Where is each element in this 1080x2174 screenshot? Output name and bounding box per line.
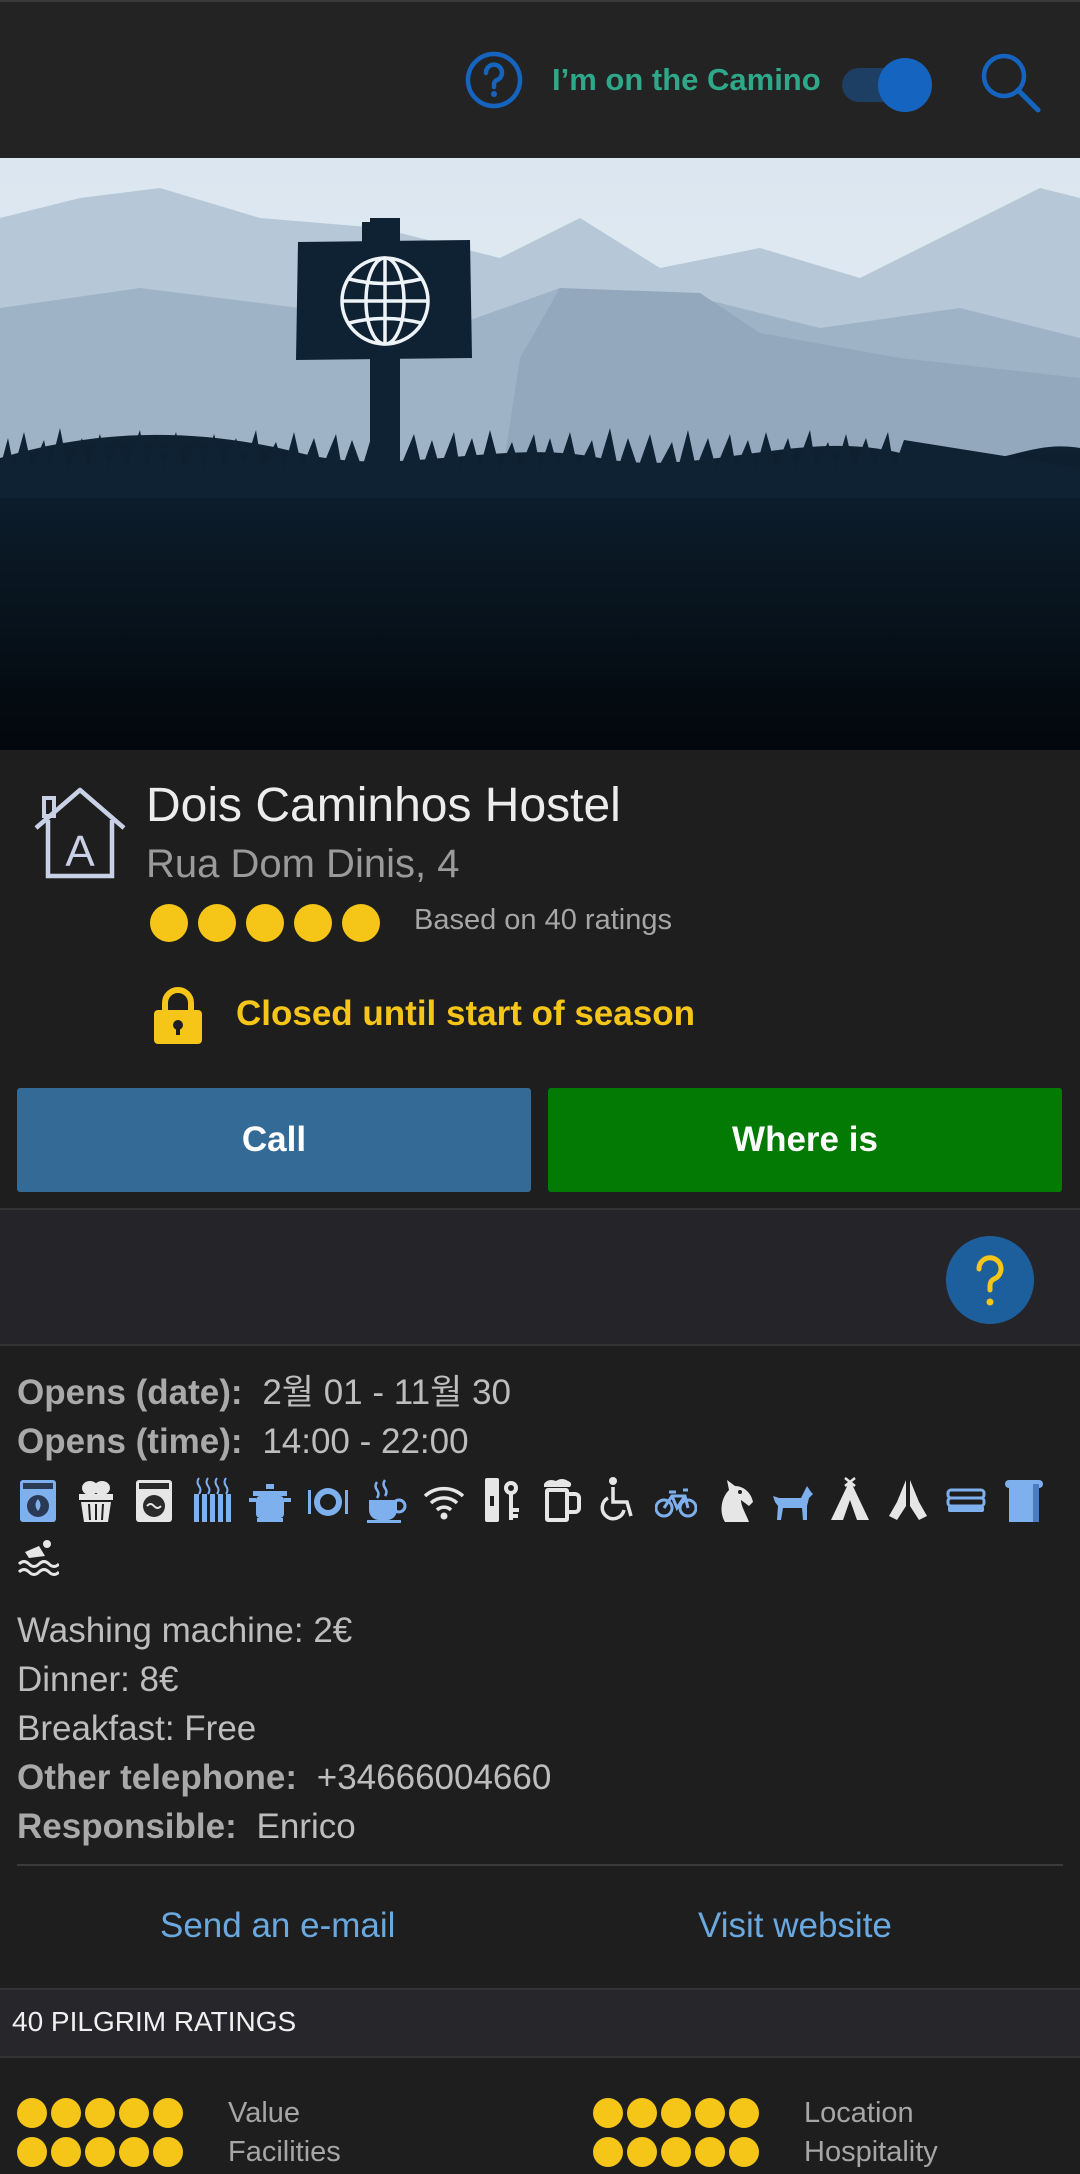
send-email-link[interactable]: Send an e-mail [160,1906,395,1946]
opens-date-value: 2월 01 - 11월 30 [262,1373,511,1412]
horse-icon [721,1480,753,1522]
help-question-icon[interactable] [946,1236,1034,1324]
hostel-name: Dois Caminhos Hostel [146,779,621,832]
hostel-address: Rua Dom Dinis, 4 [146,842,460,886]
rating-hospitality-label: Hospitality [804,2136,938,2168]
pilgrim-ratings-header: 40 PILGRIM RATINGS [0,1988,1080,2058]
washing-machine-icon [20,1480,56,1522]
rating-count: Based on 40 ratings [414,904,672,936]
opening-details: Opens (date): 2월 01 - 11월 30 Opens (time… [17,1368,1063,1466]
albergue-house-icon: A [34,787,126,879]
rating-dot [627,2098,657,2128]
rating-dot [17,2098,47,2128]
rating-dot [51,2137,81,2167]
kitchen-pot-icon [249,1484,291,1522]
rating-dot [198,904,236,942]
rating-location-dots [593,2098,759,2128]
swimming-pool-icon [17,1540,59,1576]
rating-dot [695,2098,725,2128]
dinner-plate-icon [308,1488,348,1516]
rating-dot [593,2098,623,2128]
rating-dot [729,2098,759,2128]
rating-dot [119,2098,149,2128]
responsible-value: Enrico [256,1807,356,1846]
rating-dot [661,2137,691,2167]
rating-location-label: Location [804,2097,914,2129]
washing-machine-price: Washing machine: 2€ [17,1611,353,1650]
rating-value-label: Value [228,2097,301,2129]
opens-time-row: Opens (time): 14:00 - 22:00 [17,1417,1063,1466]
breakfast-price: Breakfast: Free [17,1709,257,1748]
rating-dot [593,2137,623,2167]
rating-facilities-dots [17,2137,183,2167]
rating-dot [729,2137,759,2167]
top-app-bar: I’m on the Camino [0,0,1080,158]
help-band [0,1208,1080,1346]
pilgrim-ratings-title: 40 PILGRIM RATINGS [12,2006,297,2037]
beer-icon [544,1479,581,1522]
opens-date-label: Opens (date): [17,1373,243,1412]
coffee-cup-icon [367,1479,407,1523]
opens-time-value: 14:00 - 22:00 [262,1422,469,1461]
rating-dot [85,2098,115,2128]
rating-dot [342,904,380,942]
rating-dot [153,2098,183,2128]
rating-dot [661,2098,691,2128]
search-icon[interactable] [976,48,1046,118]
rating-dot [294,904,332,942]
bicycle-icon [655,1488,697,1518]
opens-date-row: Opens (date): 2월 01 - 11월 30 [17,1368,1063,1417]
rating-hospitality-dots [593,2137,759,2167]
towel-icon [1005,1480,1043,1522]
rating-dot [627,2137,657,2167]
amenities-list [17,1476,1063,1580]
status-closed-text: Closed until start of season [236,994,695,1033]
rating-dot [246,904,284,942]
locker-icon [485,1478,519,1522]
other-telephone-row: Other telephone: +34666004660 [17,1753,1063,1802]
bed-linen-icon [946,1488,986,1512]
responsible-row: Responsible: Enrico [17,1802,1063,1851]
rating-dot [150,904,188,942]
toggle-knob [878,58,932,112]
divider [17,1864,1063,1866]
help-circle-icon[interactable] [464,50,524,110]
rating-dot [119,2137,149,2167]
call-button[interactable]: Call [17,1088,531,1192]
dog-icon [773,1486,813,1520]
visit-website-link[interactable]: Visit website [698,1906,892,1946]
lock-icon [154,987,202,1044]
heating-icon [194,1477,231,1522]
opens-time-label: Opens (time): [17,1422,243,1461]
svg-text:A: A [65,827,95,876]
rating-facilities-label: Facilities [228,2136,341,2168]
praying-hands-icon [889,1480,927,1520]
other-telephone-value[interactable]: +34666004660 [317,1758,552,1797]
responsible-label: Responsible: [17,1807,237,1846]
other-telephone-label: Other telephone: [17,1758,298,1797]
services-details: Washing machine: 2€ Dinner: 8€ Breakfast… [17,1606,1063,1851]
rating-dot [17,2137,47,2167]
dinner-price: Dinner: 8€ [17,1660,179,1699]
where-is-button[interactable]: Where is [548,1088,1062,1192]
rating-dot [51,2098,81,2128]
tent-icon [831,1477,869,1520]
rating-dot [695,2137,725,2167]
rating-value-dots [17,2098,183,2128]
wheelchair-icon [600,1477,633,1521]
camino-mode-label: I’m on the Camino [552,62,821,97]
dryer-icon [136,1480,172,1522]
rating-dot [85,2137,115,2167]
rating-dot [153,2137,183,2167]
camino-mode-toggle[interactable] [842,58,936,112]
wifi-icon [423,1486,465,1520]
dryer-basket-icon [79,1481,113,1522]
rating-stars [150,904,380,942]
hero-illustration [0,158,1080,750]
